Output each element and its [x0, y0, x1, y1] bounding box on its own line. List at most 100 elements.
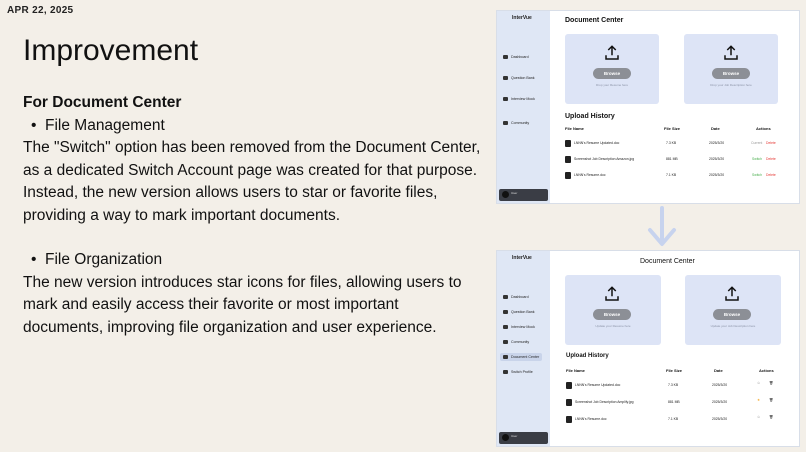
file-size: 7.1 KB — [666, 173, 677, 177]
nav-community[interactable]: Community — [503, 340, 529, 344]
bullet-dot-icon: • — [31, 251, 37, 268]
col-date: Date — [714, 368, 723, 373]
community-icon — [503, 340, 508, 344]
upload-hint: Update your Resume here — [595, 324, 631, 328]
nav-label: Interview Mock — [511, 325, 535, 329]
user-name: User — [511, 191, 518, 195]
browse-button[interactable]: Browse — [593, 68, 631, 79]
upload-icon — [725, 286, 739, 301]
main-panel: Document Center Browse Drop your Resume … — [550, 11, 799, 203]
user-name: User — [511, 434, 518, 438]
document-icon — [503, 355, 508, 359]
nav-question-bank[interactable]: Question Bank — [503, 310, 535, 314]
file-date: 2025/3/20 — [712, 417, 728, 421]
col-file-size: File Size — [666, 368, 683, 373]
table-row: LNNN's Resume.doc 7.1 KB 2025/3/20 Switc… — [550, 171, 799, 183]
bullet-label: File Organization — [45, 251, 163, 268]
file-size: 881 MB — [668, 400, 680, 404]
file-date: 2025/3/20 — [709, 173, 725, 177]
browse-button[interactable]: Browse — [712, 68, 750, 79]
file-management-text: The "Switch" option has been removed fro… — [23, 139, 481, 224]
section-heading: For Document Center — [23, 94, 182, 111]
delete-link[interactable]: Delete — [766, 141, 776, 145]
file-name: Screenshot Job Description Amazon.jpg — [574, 157, 635, 161]
browse-button[interactable]: Browse — [713, 309, 751, 320]
upload-hint: Drop your Job Description here — [710, 83, 752, 87]
file-size: 7.1 KB — [668, 417, 679, 421]
trash-icon[interactable]: 🗑 — [769, 381, 773, 385]
job-description-upload-card[interactable]: Browse Drop your Job Description here — [684, 34, 778, 104]
file-date: 2025/3/20 — [709, 141, 725, 145]
col-actions: Actions — [759, 368, 774, 373]
user-bar[interactable]: User — [499, 189, 548, 201]
switch-link[interactable]: Switch — [752, 157, 762, 161]
slide-title: Improvement — [23, 34, 199, 67]
switch-profile-icon — [503, 370, 508, 374]
upload-hint: Drop your Resume here — [595, 83, 628, 87]
nav-label: Community — [511, 340, 530, 344]
file-icon — [566, 382, 572, 389]
app-logo: InterVue — [512, 255, 532, 261]
col-file-name: File Name — [565, 126, 584, 131]
file-size: 7.3 KB — [666, 141, 677, 145]
dashboard-icon — [503, 55, 508, 59]
nav-interview-mock[interactable]: Interview Mock — [503, 325, 535, 329]
file-date: 2025/3/20 — [712, 383, 728, 387]
nav-interview-mock[interactable]: Interview Mock — [503, 97, 535, 101]
table-row: LNNN's Resume Updated.doc 7.3 KB 2025/3/… — [550, 139, 799, 151]
delete-link[interactable]: Delete — [766, 157, 776, 161]
browse-button[interactable]: Browse — [593, 309, 631, 320]
file-date: 2025/3/20 — [709, 157, 725, 161]
file-name: LNNN's Resume.doc — [575, 417, 607, 421]
nav-question-bank[interactable]: Question Bank — [503, 76, 535, 80]
nav-document-center[interactable]: Document Center — [500, 353, 543, 361]
star-icon[interactable]: ☆ — [757, 415, 760, 419]
upload-icon — [605, 45, 619, 60]
file-icon — [565, 156, 571, 163]
star-icon[interactable]: ☆ — [757, 381, 760, 385]
nav-label: Question Bank — [511, 310, 535, 314]
col-file-name: File Name — [566, 368, 585, 373]
nav-label: Document Center — [511, 355, 540, 359]
page-title: Document Center — [565, 17, 624, 24]
app-logo: InterVue — [512, 15, 532, 21]
nav-community[interactable]: Community — [503, 121, 529, 125]
question-bank-icon — [503, 76, 508, 80]
trash-icon[interactable]: 🗑 — [769, 415, 773, 419]
nav-dashboard[interactable]: Dashboard — [503, 295, 529, 299]
delete-link[interactable]: Delete — [766, 173, 776, 177]
file-icon — [565, 140, 571, 147]
sidebar: InterVue Dashboard Question Bank Intervi… — [497, 11, 550, 203]
upload-icon — [605, 286, 619, 301]
nav-dashboard[interactable]: Dashboard — [503, 55, 529, 59]
current-label: Current — [751, 141, 763, 145]
table-row: Screenshot Job Description Amplify.jpg 8… — [550, 398, 799, 410]
resume-upload-card[interactable]: Browse Update your Resume here — [565, 275, 661, 345]
nav-switch-profile[interactable]: Switch Profile — [503, 370, 533, 374]
page-title: Document Center — [640, 258, 695, 265]
file-name: LNNN's Resume Updated.doc — [575, 383, 621, 387]
file-icon — [566, 416, 572, 423]
file-organization-text: The new version introduces star icons fo… — [23, 273, 462, 336]
user-bar[interactable]: User — [499, 432, 548, 444]
question-bank-icon — [503, 310, 508, 314]
avatar — [502, 191, 509, 198]
nav-label: Community — [511, 121, 530, 125]
description-block: For Document Center • File Management Th… — [23, 92, 483, 339]
file-name: LNNN's Resume Updated.doc — [574, 141, 620, 145]
nav-label: Question Bank — [511, 76, 535, 80]
slide-date: APR 22, 2025 — [7, 5, 74, 16]
upload-hint: Update your Job Description here — [710, 324, 756, 328]
nav-label: Dashboard — [511, 295, 529, 299]
nav-label: Switch Profile — [511, 370, 533, 374]
switch-link[interactable]: Switch — [752, 173, 762, 177]
bullet-dot-icon: • — [31, 116, 37, 134]
resume-upload-card[interactable]: Browse Drop your Resume here — [565, 34, 659, 104]
file-name: LNNN's Resume.doc — [574, 173, 606, 177]
table-row: Screenshot Job Description Amazon.jpg 88… — [550, 155, 799, 167]
job-description-upload-card[interactable]: Browse Update your Job Description here — [685, 275, 781, 345]
star-icon-filled[interactable]: ★ — [757, 398, 760, 402]
community-icon — [503, 121, 508, 125]
file-icon — [565, 172, 571, 179]
trash-icon[interactable]: 🗑 — [769, 398, 773, 402]
